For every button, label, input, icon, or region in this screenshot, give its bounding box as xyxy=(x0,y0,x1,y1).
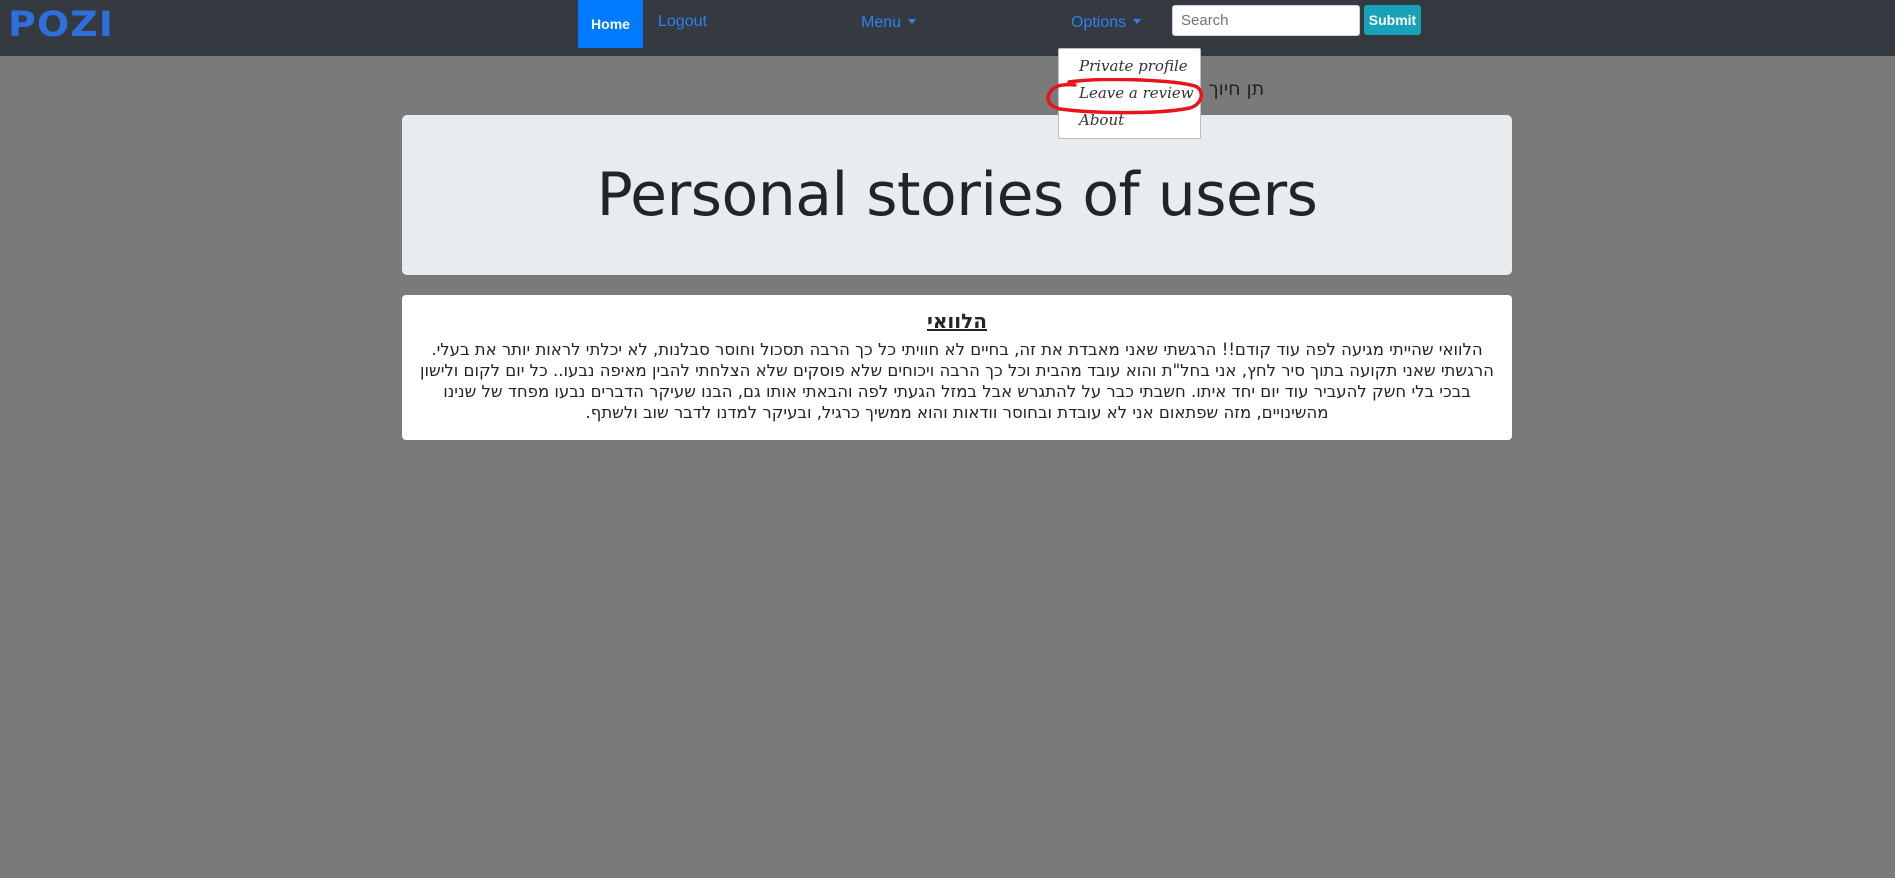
search-input[interactable] xyxy=(1172,5,1360,36)
chevron-down-icon xyxy=(908,19,917,24)
dropdown-item-about[interactable]: About xyxy=(1079,111,1124,129)
story-title: הלוואי xyxy=(926,309,988,333)
jumbotron: Personal stories of users xyxy=(402,115,1512,275)
options-dropdown-menu: Private profile Leave a review About xyxy=(1058,48,1201,139)
dropdown-item-leave-review[interactable]: Leave a review xyxy=(1079,84,1194,102)
navbar: POZI Home Logout Menu Options Submit xyxy=(0,0,1895,56)
nav-menu-label: Menu xyxy=(861,14,902,31)
nav-options-dropdown[interactable]: Options xyxy=(1071,13,1142,33)
chevron-down-icon xyxy=(1133,19,1142,24)
pozi-logo[interactable]: POZI xyxy=(8,6,114,43)
nav-logout-link[interactable]: Logout xyxy=(658,12,707,32)
nav-options-label: Options xyxy=(1071,14,1127,31)
nav-menu-dropdown[interactable]: Menu xyxy=(861,13,917,33)
nav-home-button[interactable]: Home xyxy=(578,0,643,48)
page-title: Personal stories of users xyxy=(596,160,1318,230)
dropdown-item-private-profile[interactable]: Private profile xyxy=(1079,57,1188,75)
partially-hidden-heading: תן חיוך ה xyxy=(1190,78,1265,100)
submit-button[interactable]: Submit xyxy=(1364,5,1421,35)
story-body: הלוואי שהייתי מגיעה לפה עוד קודם!! הרגשת… xyxy=(420,340,1494,422)
story-card: הלוואי הלוואי שהייתי מגיעה לפה עוד קודם!… xyxy=(402,295,1512,440)
